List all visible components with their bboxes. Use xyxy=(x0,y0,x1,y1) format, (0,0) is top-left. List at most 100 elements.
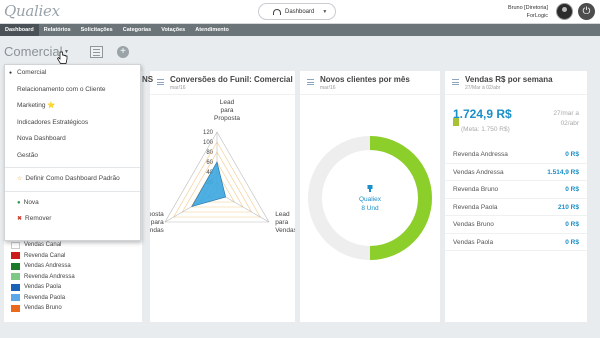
close-icon: ✖ xyxy=(17,216,23,222)
nav-item-vota-es[interactable]: Votações xyxy=(156,24,190,36)
layout-button[interactable] xyxy=(90,46,103,58)
sales-row-value: 0 R$ xyxy=(565,151,579,158)
target-icon xyxy=(453,118,459,126)
user-info[interactable]: Bruno [Diretoria] ForLogic xyxy=(508,4,548,20)
power-icon[interactable]: ⏻ xyxy=(578,3,595,20)
funnel-subtitle: mar/16 xyxy=(170,85,186,91)
legend-label: Vendas Andressa xyxy=(24,263,71,270)
menu-item[interactable]: Gestão xyxy=(5,148,140,165)
legend-item[interactable]: Revenda Canal xyxy=(11,251,75,262)
funnel-card: Conversões do Funil: Comercial mar/16 20… xyxy=(150,71,295,322)
donut-center-name: Qualiex xyxy=(359,196,382,203)
set-default-dashboard-item[interactable]: ☆ Definir Como Dashboard Padrão xyxy=(5,171,140,188)
plus-circle-icon: ● xyxy=(17,199,21,206)
page-title[interactable]: Comercial xyxy=(4,44,63,59)
menu-icon[interactable] xyxy=(452,79,459,85)
legend-item[interactable]: Vendas Bruno xyxy=(11,303,75,314)
sales-date-range: 27/mar a 02/abr xyxy=(553,109,579,129)
menu-divider xyxy=(5,167,140,168)
funnel-card-header: Conversões do Funil: Comercial mar/16 xyxy=(150,71,295,95)
nav-item-solicita-es[interactable]: Solicitações xyxy=(76,24,118,36)
sales-subtitle: 27/Mar à 02/abr xyxy=(465,85,501,91)
legend-swatch xyxy=(11,283,20,291)
radar-axis-label: PropostaparaVendas xyxy=(150,211,165,234)
clients-card: Novos clientes por mês mar/16 Qualiex 8 U… xyxy=(300,71,440,322)
legend-label: Vendas Canal xyxy=(24,242,62,249)
add-widget-button[interactable]: + xyxy=(117,46,129,58)
sales-row-label: Vendas Paola xyxy=(453,238,494,246)
chart-legend: Vendas Canal Revenda Canal Vendas Andressa… xyxy=(11,240,75,314)
radar-axis-label: Lead para Proposta xyxy=(214,99,240,122)
legend-label: Vendas Paola xyxy=(24,284,62,291)
menu-item[interactable]: Nova Dashboard xyxy=(5,131,140,148)
legend-swatch xyxy=(11,273,20,281)
legend-label: Revenda Canal xyxy=(24,252,66,259)
legend-item[interactable]: Vendas Paola xyxy=(11,282,75,293)
new-dashboard-item[interactable]: ● Nova xyxy=(5,195,140,212)
legend-swatch xyxy=(11,241,20,249)
sales-title: Vendas R$ por semana xyxy=(465,75,553,84)
dashboard-dropdown-menu: ComercialRelacionamento com o ClienteMar… xyxy=(4,64,141,241)
menu-divider xyxy=(5,190,140,192)
legend-swatch xyxy=(11,294,20,302)
hand-cursor-icon xyxy=(57,51,68,64)
sales-row-value: 1.514,9 R$ xyxy=(547,168,579,176)
menu-item[interactable]: Relacionamento com o Cliente xyxy=(5,82,140,99)
app-logo[interactable]: Qualiex xyxy=(4,2,60,20)
sales-row-value: 0 R$ xyxy=(565,221,579,228)
radar-axis-label: Lead para Vendas xyxy=(275,211,295,234)
menu-icon[interactable] xyxy=(157,79,164,85)
legend-label: Revenda Paola xyxy=(24,294,66,301)
nav-item-categorias[interactable]: Categorias xyxy=(118,24,156,36)
sales-date-from: 27/mar a xyxy=(553,110,579,117)
donut-chart: Qualiex 8 Und xyxy=(308,136,432,260)
nav-item-relat-rios[interactable]: Relatórios xyxy=(39,24,76,36)
dashboard-select[interactable]: Dashboard ▼ xyxy=(258,3,336,20)
menu-item[interactable]: Marketing ⭐ xyxy=(5,98,140,115)
legend-item[interactable]: Vendas Canal xyxy=(11,240,75,251)
top-bar: Qualiex Dashboard ▼ Bruno [Diretoria] Fo… xyxy=(0,0,600,24)
menu-item[interactable]: Indicadores Estratégicos xyxy=(5,115,140,132)
legend-label: Vendas Bruno xyxy=(24,305,62,312)
clients-subtitle: mar/16 xyxy=(320,85,336,91)
legend-swatch xyxy=(11,252,20,260)
menu-item[interactable]: Comercial xyxy=(5,65,140,82)
clients-title: Novos clientes por mês xyxy=(320,75,410,84)
avatar[interactable] xyxy=(556,3,573,20)
user-name: Bruno [Diretoria] xyxy=(507,5,548,11)
sales-date-to: 02/abr xyxy=(560,120,579,127)
sales-row-label: Revenda Bruno xyxy=(453,186,499,193)
sales-row: Revenda Paola 210 R$ xyxy=(445,199,587,216)
sales-kpi: 1.724,9 R$ xyxy=(453,107,512,121)
sales-row: Revenda Andressa 0 R$ xyxy=(445,146,587,164)
legend-item[interactable]: Revenda Paola xyxy=(11,293,75,304)
chevron-down-icon: ▼ xyxy=(322,8,328,15)
nav-item-dashboard[interactable]: Dashboard xyxy=(0,24,39,36)
sales-row: Vendas Andressa 1.514,9 R$ xyxy=(445,164,587,181)
gauge-icon xyxy=(273,8,281,15)
sales-meta: (Meta: 1.750 R$) xyxy=(461,126,510,133)
radar-tick-label: 60 xyxy=(206,160,213,166)
legend-swatch xyxy=(11,262,20,270)
dashboard-select-label: Dashboard xyxy=(285,8,315,15)
sales-row: Revenda Bruno 0 R$ xyxy=(445,181,587,199)
sales-row-value: 0 R$ xyxy=(565,186,579,193)
sales-row-label: Vendas Andressa xyxy=(453,168,504,176)
nav-item-atendimento[interactable]: Atendimento xyxy=(190,24,234,36)
star-icon: ☆ xyxy=(17,176,23,182)
radar-tick-label: 120 xyxy=(203,130,214,136)
legend-item[interactable]: Vendas Andressa xyxy=(11,261,75,272)
sales-list: Revenda Andressa 0 R$ Vendas Andressa 1.514… xyxy=(445,146,587,251)
clients-card-header: Novos clientes por mês mar/16 xyxy=(300,71,440,95)
legend-item[interactable]: Revenda Andressa xyxy=(11,272,75,283)
new-label: Nova xyxy=(23,198,39,206)
sales-row-label: Vendas Bruno xyxy=(453,221,494,228)
main-nav: Dashboard Relatórios Solicitações Categoria… xyxy=(0,24,600,36)
sales-row-value: 210 R$ xyxy=(558,203,579,211)
legend-label: Revenda Andressa xyxy=(24,273,75,280)
menu-icon[interactable] xyxy=(307,79,314,85)
set-default-label: Definir Como Dashboard Padrão xyxy=(25,175,120,182)
radar-tick-label: 80 xyxy=(206,150,213,156)
remove-dashboard-item[interactable]: ✖ Remover xyxy=(5,211,140,228)
sales-row: Vendas Paola 0 R$ xyxy=(445,234,587,251)
